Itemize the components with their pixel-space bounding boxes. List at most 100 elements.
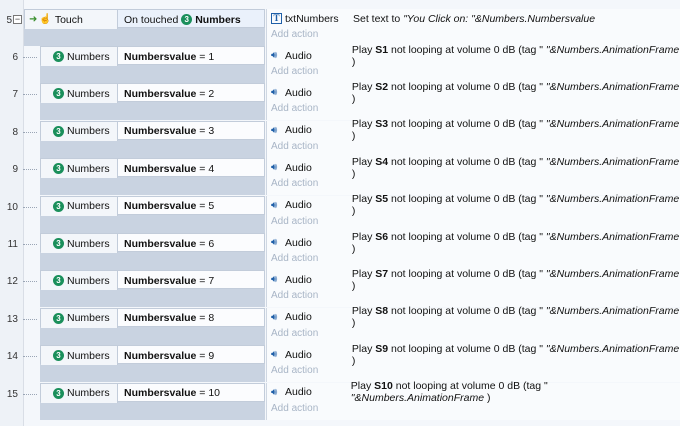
event-condition[interactable]: Numbersvalue = 4 [119,159,270,178]
event-block[interactable]: 3 Numbers Numbersvalue = 1 [40,46,265,83]
action-description[interactable]: Play S9 not looping at volume 0 dB (tag … [350,343,680,367]
action-description[interactable]: Set text to "You Click on: "&Numbers.Num… [351,13,595,25]
action-description[interactable]: Play S10 not looping at volume 0 dB (tag… [349,380,680,404]
event-row[interactable]: 11 3 Numbers Numbersvalue = 6 🔊︎ Audio P… [0,231,680,270]
action-object[interactable]: 🔊︎ Audio [267,274,350,286]
action-object[interactable]: 🔊︎ Audio [267,162,350,174]
event-object[interactable]: 3 Numbers [41,196,118,216]
event-row-touch[interactable]: 5 − ➜ ☝ Touch On touched 3 Numbers T txt… [0,9,680,46]
action-item[interactable]: 🔊︎ Audio Play S8 not looping at volume 0… [267,305,680,329]
event-object[interactable]: 3 Numbers [41,383,118,403]
add-action-link[interactable]: Add action [271,365,318,376]
event-header[interactable]: 3 Numbers Numbersvalue = 8 [40,307,265,328]
event-header[interactable]: 3 Numbers Numbersvalue = 4 [40,158,265,179]
event-object[interactable]: 3 Numbers [41,308,118,328]
actions-column[interactable]: 🔊︎ Audio Play S6 not looping at volume 0… [266,231,680,270]
add-action-link[interactable]: Add action [271,290,318,301]
event-block[interactable]: 3 Numbers Numbersvalue = 6 [40,233,265,270]
event-block[interactable]: 3 Numbers Numbersvalue = 7 [40,270,265,308]
action-description[interactable]: Play S4 not looping at volume 0 dB (tag … [350,156,680,180]
event-header[interactable]: 3 Numbers Numbersvalue = 5 [40,195,265,216]
event-object[interactable]: 3 Numbers [41,271,118,291]
action-object[interactable]: 🔊︎ Audio [267,237,350,249]
event-header[interactable]: 3 Numbers Numbersvalue = 9 [40,345,265,366]
action-object[interactable]: 🔊︎ Audio [267,124,350,136]
actions-column[interactable]: 🔊︎ Audio Play S7 not looping at volume 0… [266,268,680,308]
add-action-link[interactable]: Add action [271,253,318,264]
event-object[interactable]: 3 Numbers [41,346,118,366]
action-description[interactable]: Play S6 not looping at volume 0 dB (tag … [350,231,680,255]
action-description[interactable]: Play S1 not looping at volume 0 dB (tag … [350,44,680,68]
add-action-link[interactable]: Add action [271,66,318,77]
actions-column[interactable]: T txtNumbers Set text to "You Click on: … [266,9,680,46]
event-object[interactable]: ➜ ☝ Touch [25,10,118,29]
add-action-link[interactable]: Add action [271,103,318,114]
event-condition[interactable]: Numbersvalue = 3 [119,122,270,141]
event-condition[interactable]: Numbersvalue = 5 [119,197,270,216]
action-object[interactable]: 🔊︎ Audio [267,87,350,99]
add-action-link[interactable]: Add action [271,216,318,227]
action-item[interactable]: 🔊︎ Audio Play S1 not looping at volume 0… [267,44,680,68]
event-condition[interactable]: Numbersvalue = 8 [119,309,270,328]
add-action-link[interactable]: Add action [271,141,318,152]
add-action-link[interactable]: Add action [271,328,318,339]
actions-column[interactable]: 🔊︎ Audio Play S5 not looping at volume 0… [266,193,680,233]
event-row[interactable]: 10 3 Numbers Numbersvalue = 5 🔊︎ Audio P… [0,193,680,233]
event-block[interactable]: 3 Numbers Numbersvalue = 3 [40,120,265,158]
event-block[interactable]: 3 Numbers Numbersvalue = 2 [40,83,265,121]
action-description[interactable]: Play S2 not looping at volume 0 dB (tag … [350,81,680,105]
event-header[interactable]: 3 Numbers Numbersvalue = 1 [40,46,265,66]
event-condition[interactable]: Numbersvalue = 7 [119,271,270,290]
add-action-link[interactable]: Add action [271,403,318,414]
action-object[interactable]: 🔊︎ Audio [267,386,349,398]
action-item[interactable]: 🔊︎ Audio Play S4 not looping at volume 0… [267,156,680,180]
event-block[interactable]: ➜ ☝ Touch On touched 3 Numbers [24,9,265,46]
action-item[interactable]: 🔊︎ Audio Play S9 not looping at volume 0… [267,343,680,367]
action-description[interactable]: Play S5 not looping at volume 0 dB (tag … [350,193,680,217]
action-item[interactable]: 🔊︎ Audio Play S3 not looping at volume 0… [267,118,680,142]
action-item[interactable]: 🔊︎ Audio Play S7 not looping at volume 0… [267,268,680,292]
action-item[interactable]: 🔊︎ Audio Play S2 not looping at volume 0… [267,81,680,105]
event-row[interactable]: 8 3 Numbers Numbersvalue = 3 🔊︎ Audio Pl… [0,118,680,158]
add-action-link[interactable]: Add action [271,178,318,189]
event-row[interactable]: 12 3 Numbers Numbersvalue = 7 🔊︎ Audio P… [0,268,680,308]
action-description[interactable]: Play S3 not looping at volume 0 dB (tag … [350,118,680,142]
event-header[interactable]: 3 Numbers Numbersvalue = 6 [40,233,265,253]
event-header[interactable]: 3 Numbers Numbersvalue = 2 [40,83,265,104]
event-condition[interactable]: Numbersvalue = 10 [119,384,270,403]
event-condition[interactable]: Numbersvalue = 2 [119,84,270,103]
event-block[interactable]: 3 Numbers Numbersvalue = 10 [40,382,265,420]
event-condition[interactable]: Numbersvalue = 6 [119,234,270,253]
action-object[interactable]: 🔊︎ Audio [267,199,350,211]
action-object[interactable]: 🔊︎ Audio [267,50,350,62]
actions-column[interactable]: 🔊︎ Audio Play S4 not looping at volume 0… [266,156,680,196]
actions-column[interactable]: 🔊︎ Audio Play S2 not looping at volume 0… [266,81,680,121]
action-object[interactable]: 🔊︎ Audio [267,311,350,323]
event-block[interactable]: 3 Numbers Numbersvalue = 9 [40,345,265,383]
actions-column[interactable]: 🔊︎ Audio Play S3 not looping at volume 0… [266,118,680,158]
event-row[interactable]: 13 3 Numbers Numbersvalue = 8 🔊︎ Audio P… [0,305,680,345]
event-condition[interactable]: On touched 3 Numbers [119,10,270,29]
event-object[interactable]: 3 Numbers [41,121,118,141]
event-block[interactable]: 3 Numbers Numbersvalue = 4 [40,158,265,196]
event-header[interactable]: ➜ ☝ Touch On touched 3 Numbers [24,9,265,29]
event-object[interactable]: 3 Numbers [41,47,118,66]
action-item[interactable]: T txtNumbers Set text to "You Click on: … [267,9,680,28]
action-item[interactable]: 🔊︎ Audio Play S6 not looping at volume 0… [267,231,680,255]
action-description[interactable]: Play S8 not looping at volume 0 dB (tag … [350,305,680,329]
event-row[interactable]: 14 3 Numbers Numbersvalue = 9 🔊︎ Audio P… [0,343,680,383]
collapse-toggle[interactable]: − [13,15,22,24]
action-object[interactable]: 🔊︎ Audio [267,349,350,361]
event-condition[interactable]: Numbersvalue = 1 [119,47,270,66]
event-object[interactable]: 3 Numbers [41,159,118,179]
event-object[interactable]: 3 Numbers [41,234,118,253]
action-object[interactable]: T txtNumbers [267,13,351,25]
event-row[interactable]: 7 3 Numbers Numbersvalue = 2 🔊︎ Audio Pl… [0,81,680,121]
actions-column[interactable]: 🔊︎ Audio Play S10 not looping at volume … [266,380,680,420]
actions-column[interactable]: 🔊︎ Audio Play S8 not looping at volume 0… [266,305,680,345]
event-row[interactable]: 9 3 Numbers Numbersvalue = 4 🔊︎ Audio Pl… [0,156,680,196]
add-action-link[interactable]: Add action [271,29,318,40]
event-row[interactable]: 15 3 Numbers Numbersvalue = 10 🔊︎ Audio … [0,380,680,420]
action-description[interactable]: Play S7 not looping at volume 0 dB (tag … [350,268,680,292]
event-object[interactable]: 3 Numbers [41,84,118,104]
